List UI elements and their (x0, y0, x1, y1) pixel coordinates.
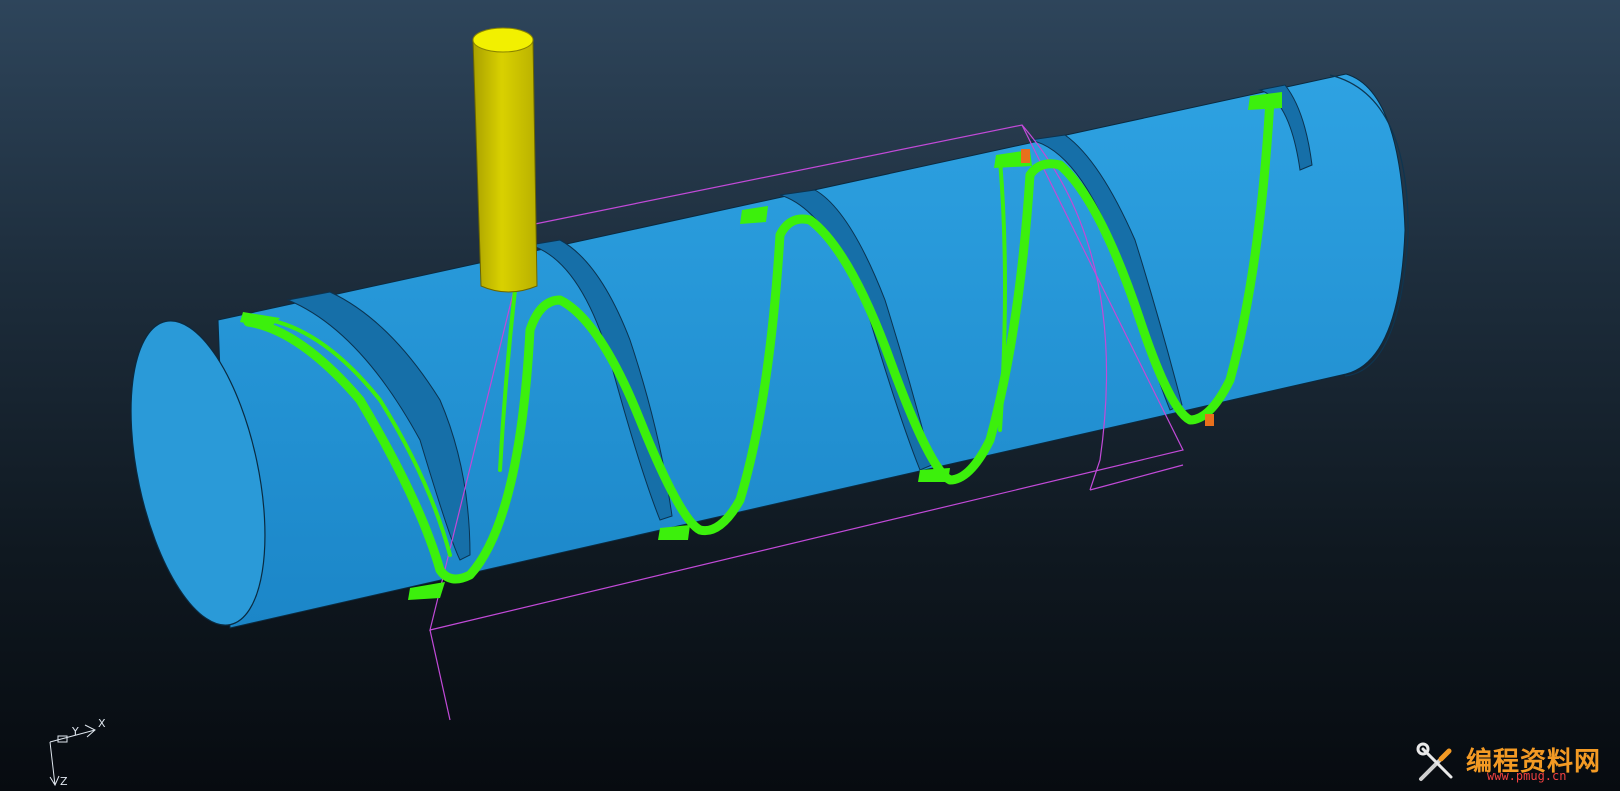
marker-orange-2 (1205, 414, 1214, 426)
watermark-url: www.pmug.cn (1487, 769, 1567, 783)
cam-scene[interactable]: X Y Z (0, 0, 1620, 791)
cutting-tool[interactable] (472, 27, 538, 293)
workpiece-cylinder[interactable] (107, 73, 1409, 637)
triad-x-label: X (98, 717, 106, 730)
lead-mark-3 (918, 468, 950, 482)
coordinate-triad: X Y Z (49, 717, 106, 788)
marker-orange-1 (1021, 149, 1030, 163)
graphics-viewport[interactable]: X Y Z 编程资料网 www.pmug.cn (0, 0, 1620, 791)
wrench-screwdriver-icon (1416, 742, 1453, 781)
triad-y-label: Y (71, 725, 79, 738)
triad-z-axis (49, 741, 60, 787)
triad-z-label: Z (60, 775, 68, 788)
watermark: 编程资料网 www.pmug.cn (1409, 739, 1614, 787)
tool-body (472, 39, 538, 293)
tool-top-face (472, 27, 534, 53)
